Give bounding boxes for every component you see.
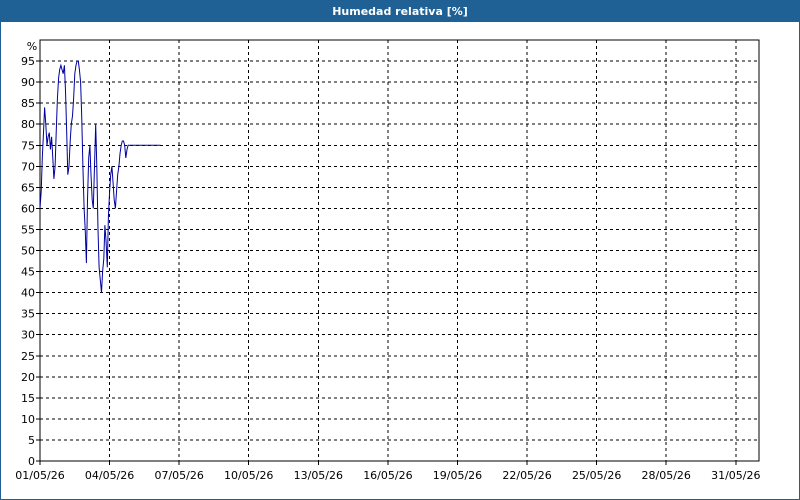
y-tick-label: 25 bbox=[21, 350, 35, 363]
y-tick-label: 85 bbox=[21, 97, 35, 110]
y-tick-label: 95 bbox=[21, 55, 35, 68]
x-tick-label: 01/05/26 bbox=[15, 469, 64, 482]
x-tick-label: 16/05/26 bbox=[363, 469, 412, 482]
y-tick-label: 80 bbox=[21, 118, 35, 131]
y-tick-label: 15 bbox=[21, 392, 35, 405]
humidity-chart: 0 5 10 15 20 25 30 35 40 45 50 55 60 65 70 75 80 85 90 95 0… bbox=[15, 39, 761, 482]
x-tick-label: 28/05/26 bbox=[642, 469, 691, 482]
y-tick-label: 10 bbox=[21, 413, 35, 426]
y-tick-label: 90 bbox=[21, 76, 35, 89]
plot-area bbox=[40, 40, 759, 461]
y-tick-label: 20 bbox=[21, 371, 35, 384]
y-tick-label: 40 bbox=[21, 287, 35, 300]
y-tick-label: 60 bbox=[21, 202, 35, 215]
y-tick-label: 50 bbox=[21, 245, 35, 258]
y-tick-label: 0 bbox=[28, 455, 35, 468]
x-tick-label: 19/05/26 bbox=[433, 469, 482, 482]
y-tick-labels: 0 5 10 15 20 25 30 35 40 45 50 55 60 65 70 75 80 85 90 95 bbox=[21, 55, 40, 468]
y-tick-label: 75 bbox=[21, 139, 35, 152]
y-tick-label: 65 bbox=[21, 181, 35, 194]
y-tick-label: 70 bbox=[21, 160, 35, 173]
x-tick-label: 22/05/26 bbox=[502, 469, 551, 482]
y-tick-label: 5 bbox=[28, 434, 35, 447]
x-tick-labels: 01/05/26 04/05/26 07/05/26 10/05/26 13/05/26… bbox=[15, 461, 761, 482]
y-tick-label: 45 bbox=[21, 266, 35, 279]
y-tick-label: 35 bbox=[21, 308, 35, 321]
y-axis-unit: % bbox=[27, 40, 37, 53]
x-tick-label: 10/05/26 bbox=[224, 469, 273, 482]
plot-background bbox=[40, 40, 759, 461]
x-tick-label: 07/05/26 bbox=[154, 469, 203, 482]
x-tick-label: 13/05/26 bbox=[294, 469, 343, 482]
x-tick-label: 31/05/26 bbox=[711, 469, 760, 482]
y-tick-label: 30 bbox=[21, 329, 35, 342]
x-tick-label: 04/05/26 bbox=[85, 469, 134, 482]
x-tick-label: 25/05/26 bbox=[572, 469, 621, 482]
y-tick-label: 55 bbox=[21, 223, 35, 236]
